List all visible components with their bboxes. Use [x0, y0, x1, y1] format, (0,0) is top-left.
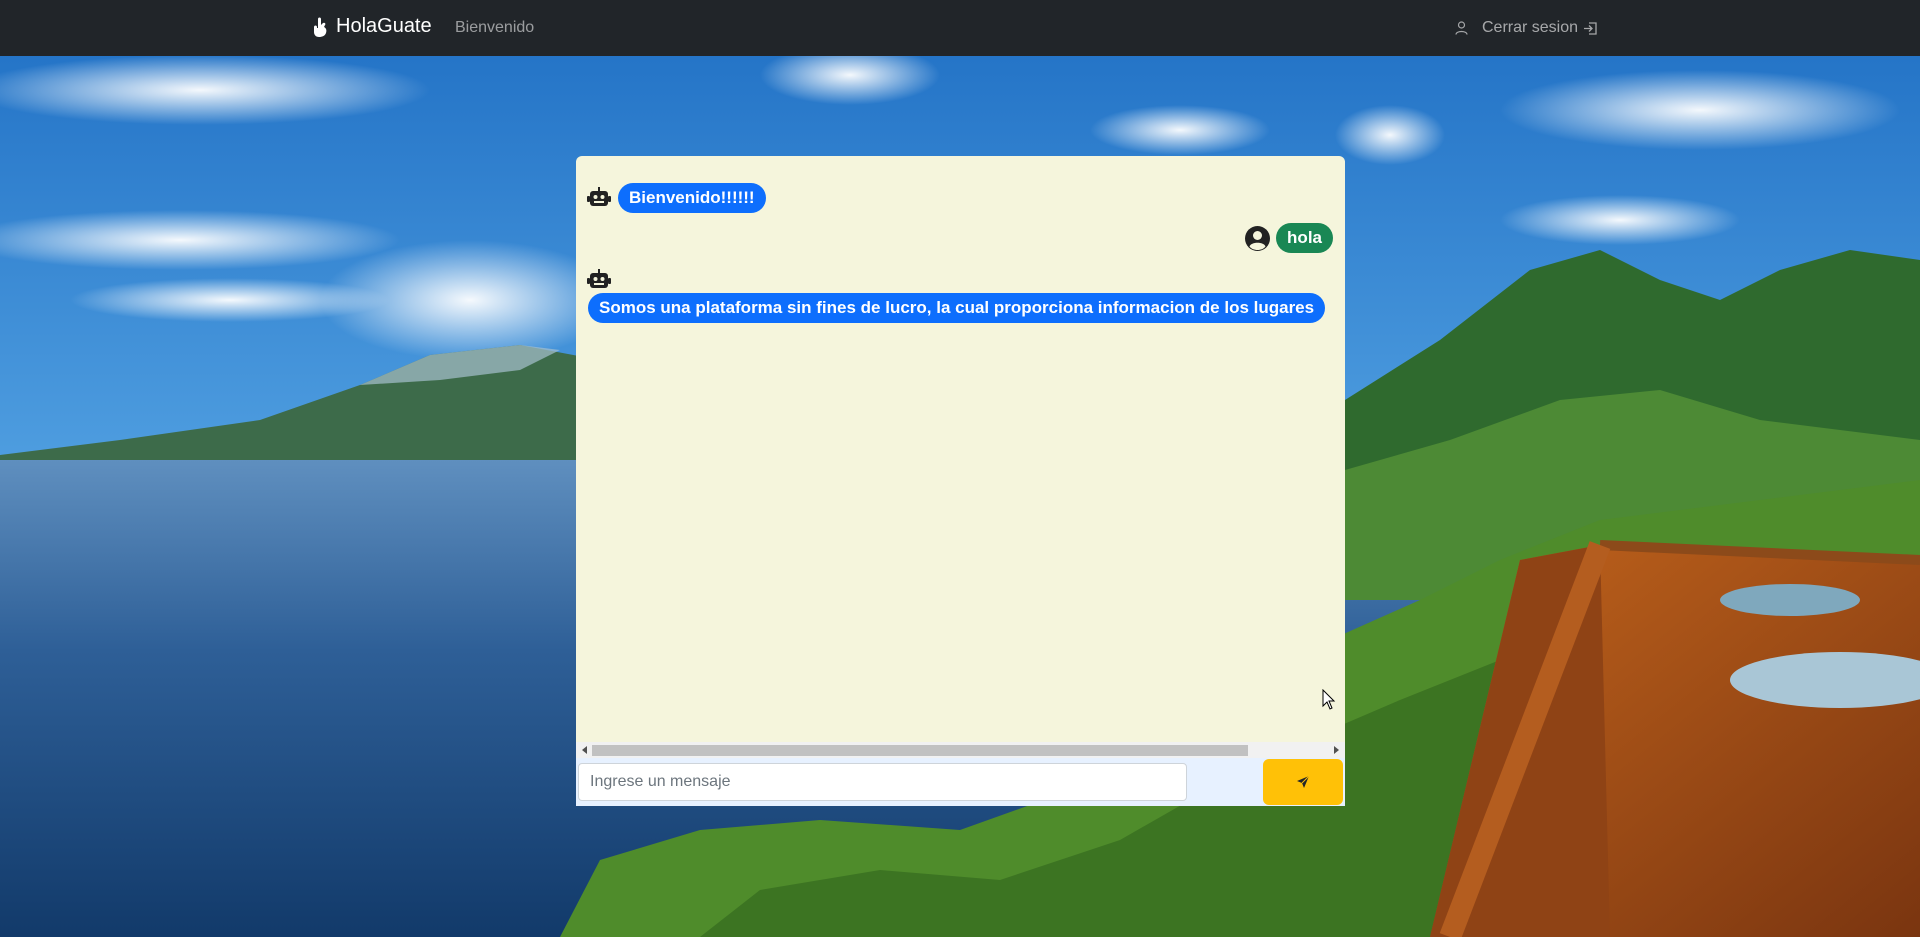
- message-bubble: Bienvenido!!!!!!: [618, 183, 766, 213]
- logout-label: Cerrar sesion: [1482, 19, 1579, 36]
- top-navbar: HolaGuate Bienvenido Cerrar sesion: [0, 0, 1920, 56]
- message-bubble: hola: [1276, 223, 1333, 253]
- bot-message: Bienvenido!!!!!!: [587, 183, 766, 213]
- user-message: hola: [1245, 223, 1333, 253]
- nav-link-bienvenido[interactable]: Bienvenido: [455, 19, 534, 37]
- send-button[interactable]: [1263, 759, 1343, 805]
- chat-panel: Bienvenido!!!!!! hola Somos una platafor…: [576, 156, 1345, 806]
- horizontal-scrollbar[interactable]: [576, 742, 1345, 758]
- robot-icon: [587, 187, 611, 209]
- paper-plane-icon: [1296, 775, 1310, 789]
- user-circle-icon: [1245, 225, 1271, 251]
- message-bubble: Somos una plataforma sin fines de lucro,…: [588, 293, 1326, 323]
- mouse-pointer-icon: [1322, 688, 1336, 711]
- robot-icon: [587, 269, 611, 291]
- scroll-left-arrow-icon[interactable]: [582, 746, 587, 754]
- scrollbar-thumb[interactable]: [592, 745, 1248, 756]
- bot-message: Somos una plataforma sin fines de lucro,…: [588, 293, 1326, 323]
- brand-link[interactable]: HolaGuate: [312, 15, 432, 38]
- hand-icon: [312, 16, 330, 38]
- scroll-right-arrow-icon[interactable]: [1334, 746, 1339, 754]
- message-list[interactable]: Bienvenido!!!!!! hola Somos una platafor…: [576, 156, 1345, 742]
- user-icon: [1455, 21, 1468, 35]
- brand-name: HolaGuate: [336, 15, 432, 37]
- message-input[interactable]: [578, 763, 1187, 801]
- message-input-bar: [576, 758, 1345, 806]
- exit-icon: [1583, 21, 1598, 36]
- logout-link[interactable]: Cerrar sesion: [1455, 19, 1598, 37]
